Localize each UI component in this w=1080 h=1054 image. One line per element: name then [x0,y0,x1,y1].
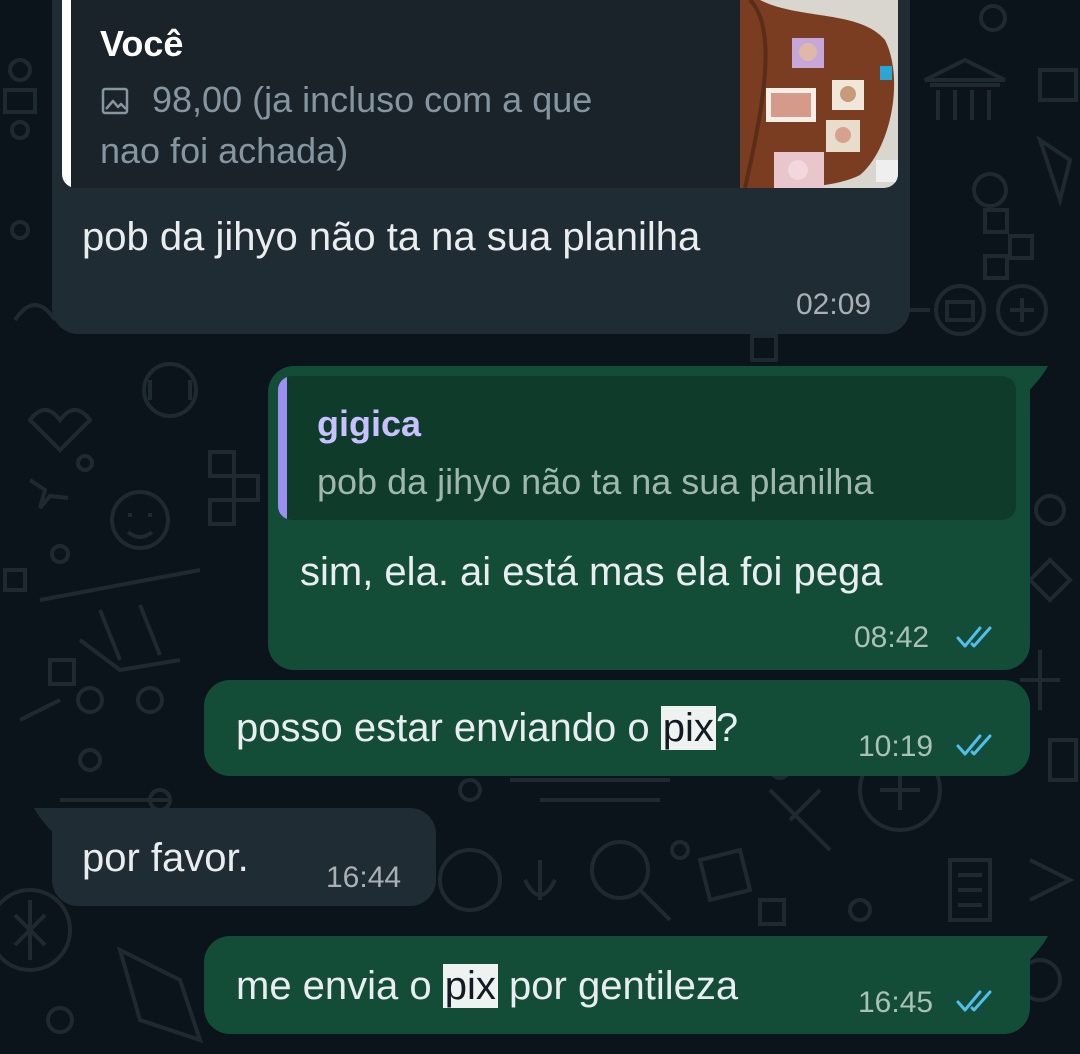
message-text: sim, ela. ai está mas ela foi pega [300,550,883,594]
quote-line-2: nao foi achada) [100,130,349,171]
outgoing-message[interactable]: me envia o pix por gentileza 16:45 [204,936,1030,1034]
message-time: 08:42 [854,621,930,654]
highlighted-word[interactable]: pix [660,706,716,750]
quoted-photo-thumbnail[interactable] [740,0,898,188]
message-text: posso estar enviando o pix? [236,706,739,750]
quote-author: gigica [317,403,422,444]
message-text-part: posso estar enviando o [236,706,661,750]
outgoing-message[interactable]: gigica pob da jihyo não ta na sua planil… [268,366,1030,670]
quoted-message[interactable]: gigica pob da jihyo não ta na sua planil… [278,376,1016,520]
outgoing-message[interactable]: posso estar enviando o pix? 10:19 [204,680,1030,776]
read-receipt-icon [956,626,992,648]
read-receipt-icon [956,990,992,1012]
quote-author: Você [100,23,184,64]
quoted-message[interactable]: Você 98,00 (ja incluso com a que nao foi… [62,0,898,188]
message-text: por favor. [82,836,249,880]
quote-bar [278,376,287,520]
message-text-part: me envia o [236,964,443,1008]
incoming-message[interactable]: por favor. 16:44 [52,808,436,906]
highlighted-word[interactable]: pix [442,964,498,1008]
message-time: 02:09 [796,288,872,321]
read-receipt-icon [956,734,992,756]
message-text-part: ? [715,706,739,750]
message-text: pob da jihyo não ta na sua planilha [82,215,701,259]
quote-line-1: 98,00 (ja incluso com a que [152,79,593,120]
message-text-part: por gentileza [497,964,739,1008]
message-text: me envia o pix por gentileza [236,964,739,1008]
message-time: 10:19 [858,730,934,763]
quote-text: pob da jihyo não ta na sua planilha [317,461,874,502]
image-icon [100,86,130,116]
incoming-message[interactable]: Você 98,00 (ja incluso com a que nao foi… [52,0,910,334]
message-time: 16:44 [326,861,402,894]
message-time: 16:45 [858,986,934,1019]
quote-bar [62,0,71,188]
